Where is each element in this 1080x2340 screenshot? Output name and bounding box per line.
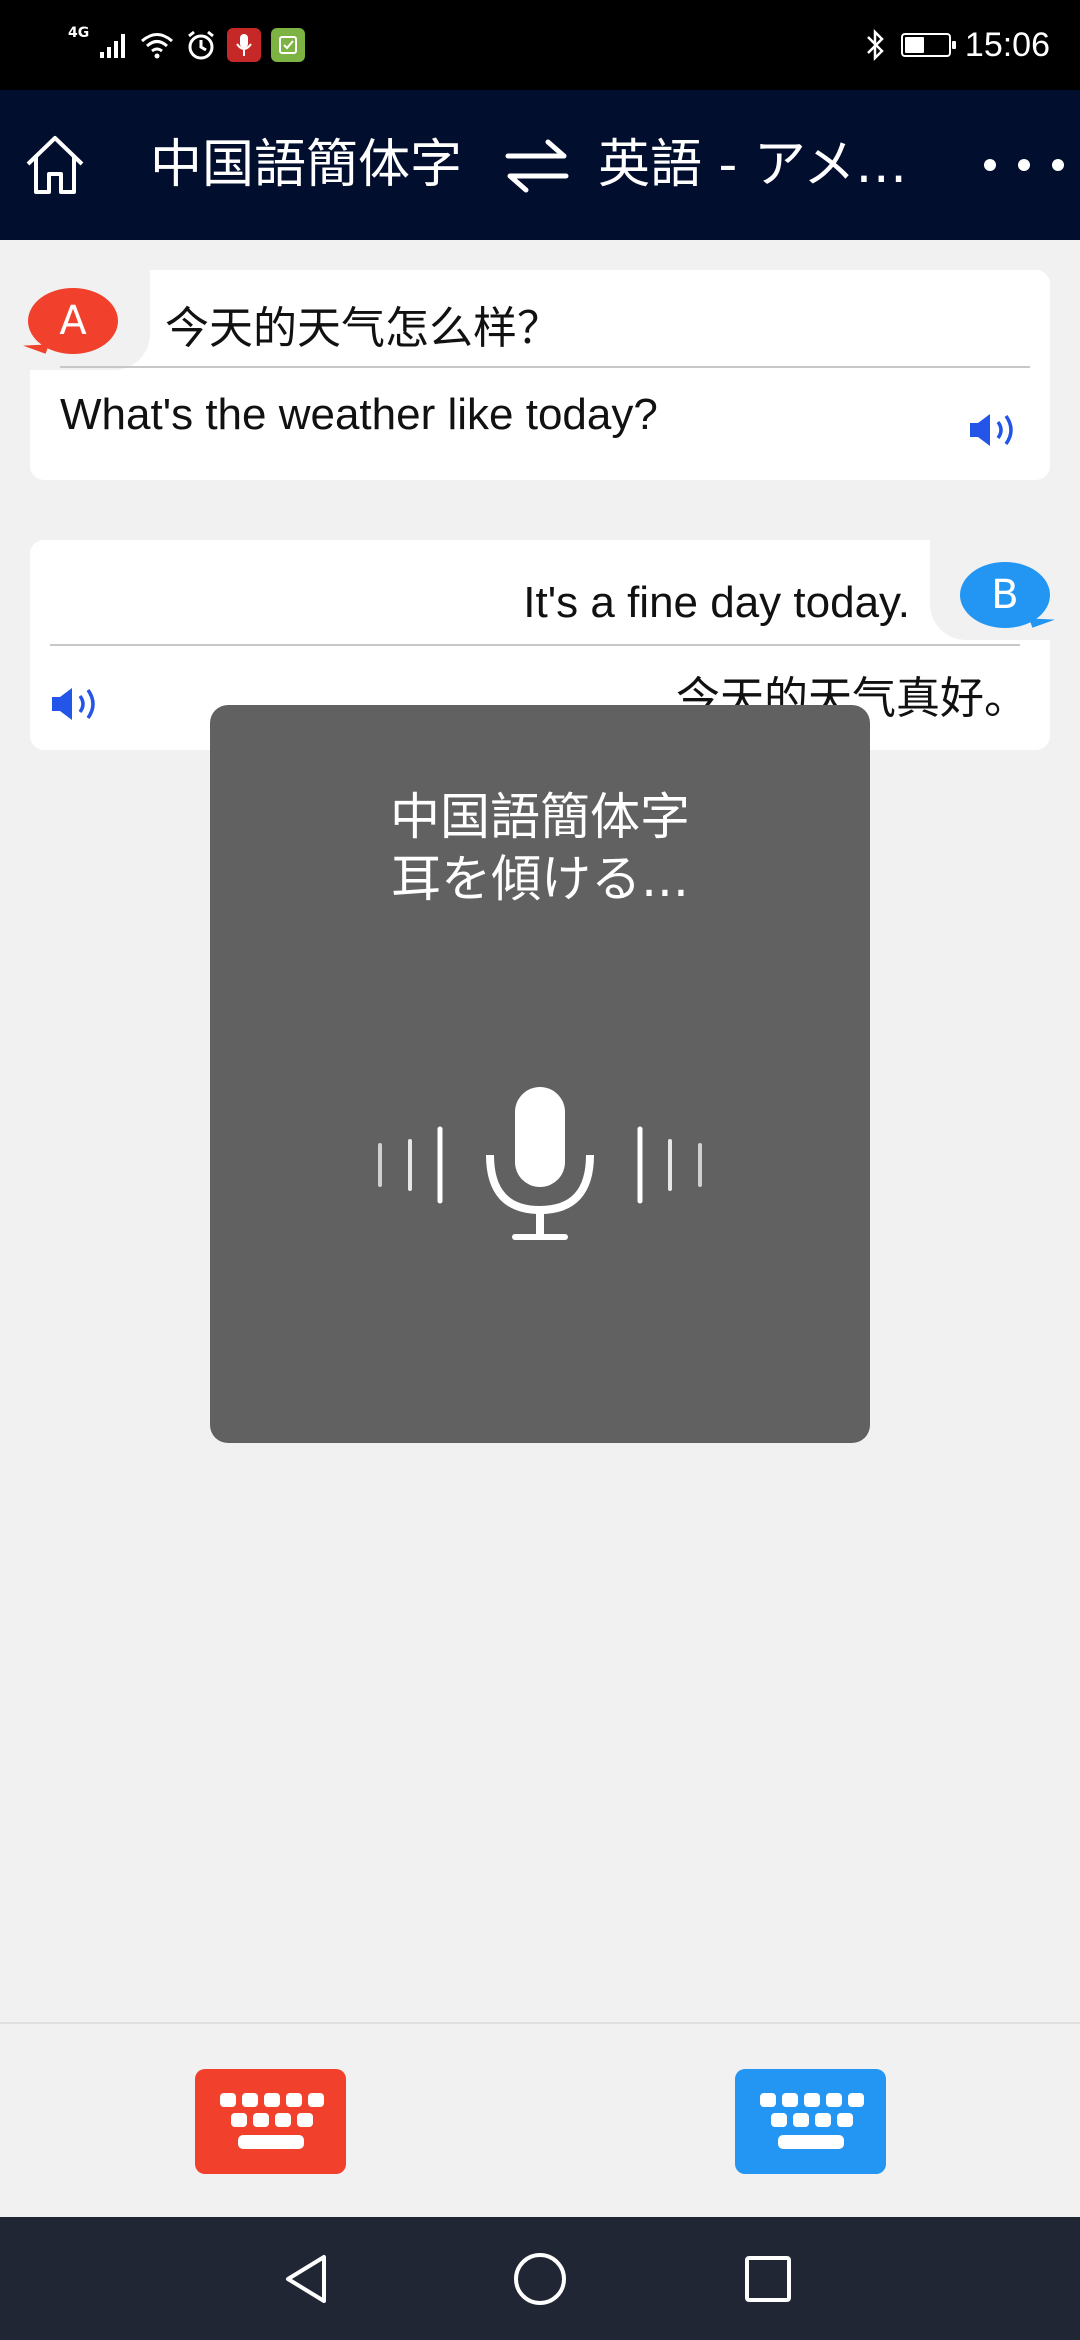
- message-card-a: A 今天的天气怎么样？ What's the weather like toda…: [28, 270, 1050, 480]
- microphone-icon: [378, 1087, 702, 1240]
- speaker-a-play-button[interactable]: [968, 410, 1024, 450]
- keyboard-icon: [219, 2092, 324, 2149]
- speaker-b-avatar: B: [960, 562, 1050, 628]
- message-a-source: 今天的天气怎么样？: [165, 303, 561, 354]
- speaker-icon: [970, 414, 1013, 446]
- more-options-button[interactable]: [984, 130, 1064, 200]
- bottom-divider: [0, 2022, 1080, 2024]
- system-navigation-bar: [0, 2217, 1080, 2340]
- status-left: 4G: [68, 20, 306, 70]
- speaker-b-keyboard-button[interactable]: [735, 2069, 886, 2174]
- swap-icon: [505, 139, 569, 193]
- square-icon: [745, 2256, 791, 2302]
- message-a-translation: What's the weather like today?: [60, 390, 658, 439]
- more-icon-dot: [1052, 159, 1064, 171]
- home-icon: [26, 136, 84, 194]
- status-right: 15:06: [865, 20, 1050, 70]
- message-divider: [60, 366, 1030, 368]
- back-icon: [286, 2255, 326, 2303]
- home-nav-button[interactable]: [500, 2239, 580, 2319]
- more-icon-dot: [1018, 159, 1030, 171]
- tasks-app-icon: [271, 28, 306, 62]
- source-language-selector[interactable]: 中国語簡体字: [150, 130, 462, 200]
- speaker-icon: [52, 688, 95, 720]
- app-header: 中国語簡体字 英語 - アメリカ: [0, 90, 1080, 240]
- target-language-selector[interactable]: 英語 - アメリカ: [598, 130, 958, 200]
- network-type: 4G: [68, 25, 90, 41]
- clock: 15:06: [964, 25, 1050, 64]
- keyboard-icon: [759, 2092, 864, 2149]
- back-button[interactable]: [268, 2239, 348, 2319]
- status-bar: 4G 15:06: [0, 0, 1080, 90]
- message-b-source: It's a fine day today.: [523, 578, 910, 627]
- battery-fill: [904, 37, 924, 53]
- wifi-icon: [141, 33, 174, 59]
- circle-home-icon: [514, 2253, 566, 2305]
- speaker-a-avatar: A: [28, 288, 118, 354]
- speaker-a-keyboard-button[interactable]: [195, 2069, 346, 2174]
- alarm-icon: [188, 30, 215, 60]
- swap-languages-button[interactable]: [502, 130, 572, 200]
- listening-dialog[interactable]: 中国語簡体字 耳を傾ける...: [210, 705, 870, 1443]
- bluetooth-icon: [867, 28, 884, 62]
- more-icon: [984, 159, 996, 171]
- message-divider: [50, 644, 1020, 646]
- signal-icon: [100, 34, 126, 58]
- home-button[interactable]: [20, 130, 90, 200]
- recent-apps-button[interactable]: [728, 2239, 808, 2319]
- speaker-b-play-button[interactable]: [50, 684, 106, 724]
- battery-icon: [900, 33, 956, 57]
- listening-status: 耳を傾ける...: [391, 850, 689, 908]
- mic-app-icon: [227, 28, 262, 62]
